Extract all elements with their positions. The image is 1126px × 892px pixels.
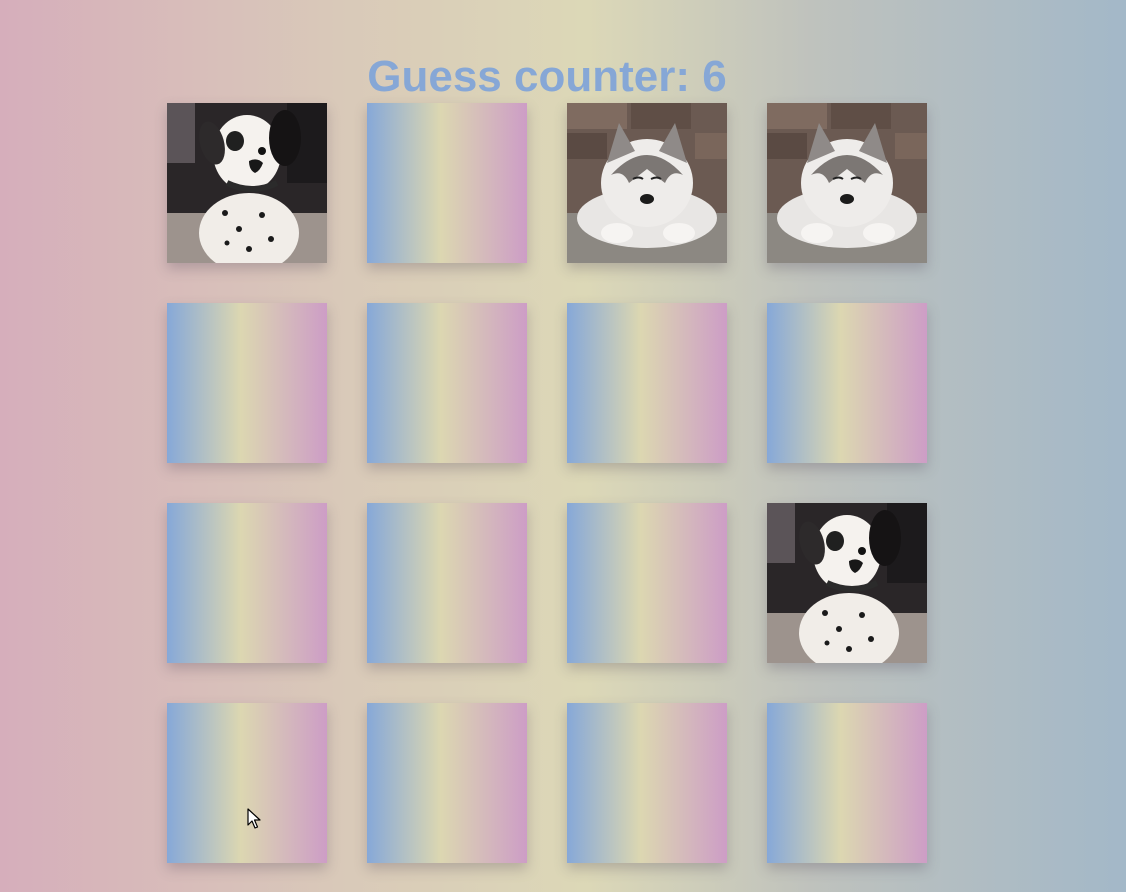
card-grid bbox=[167, 103, 927, 863]
card-4-husky[interactable] bbox=[767, 103, 927, 263]
card-15-face-down[interactable] bbox=[567, 703, 727, 863]
card-13-face-down[interactable] bbox=[167, 703, 327, 863]
card-10-face-down[interactable] bbox=[367, 503, 527, 663]
card-6-face-down[interactable] bbox=[367, 303, 527, 463]
guess-counter-value: 6 bbox=[702, 52, 727, 101]
card-7-face-down[interactable] bbox=[567, 303, 727, 463]
husky-puppy-image bbox=[567, 103, 727, 263]
husky-puppy-image bbox=[767, 103, 927, 263]
card-2-face-down[interactable] bbox=[367, 103, 527, 263]
card-3-husky[interactable] bbox=[567, 103, 727, 263]
card-12-dalmatian[interactable] bbox=[767, 503, 927, 663]
card-14-face-down[interactable] bbox=[367, 703, 527, 863]
card-1-dalmatian[interactable] bbox=[167, 103, 327, 263]
guess-counter-label: Guess counter: bbox=[367, 52, 691, 101]
dalmatian-puppy-image bbox=[167, 103, 327, 263]
guess-counter: Guess counter: 6 bbox=[0, 50, 1094, 104]
card-5-face-down[interactable] bbox=[167, 303, 327, 463]
card-8-face-down[interactable] bbox=[767, 303, 927, 463]
dalmatian-puppy-image bbox=[767, 503, 927, 663]
mouse-cursor-icon bbox=[247, 808, 261, 829]
card-11-face-down[interactable] bbox=[567, 503, 727, 663]
card-16-face-down[interactable] bbox=[767, 703, 927, 863]
card-9-face-down[interactable] bbox=[167, 503, 327, 663]
